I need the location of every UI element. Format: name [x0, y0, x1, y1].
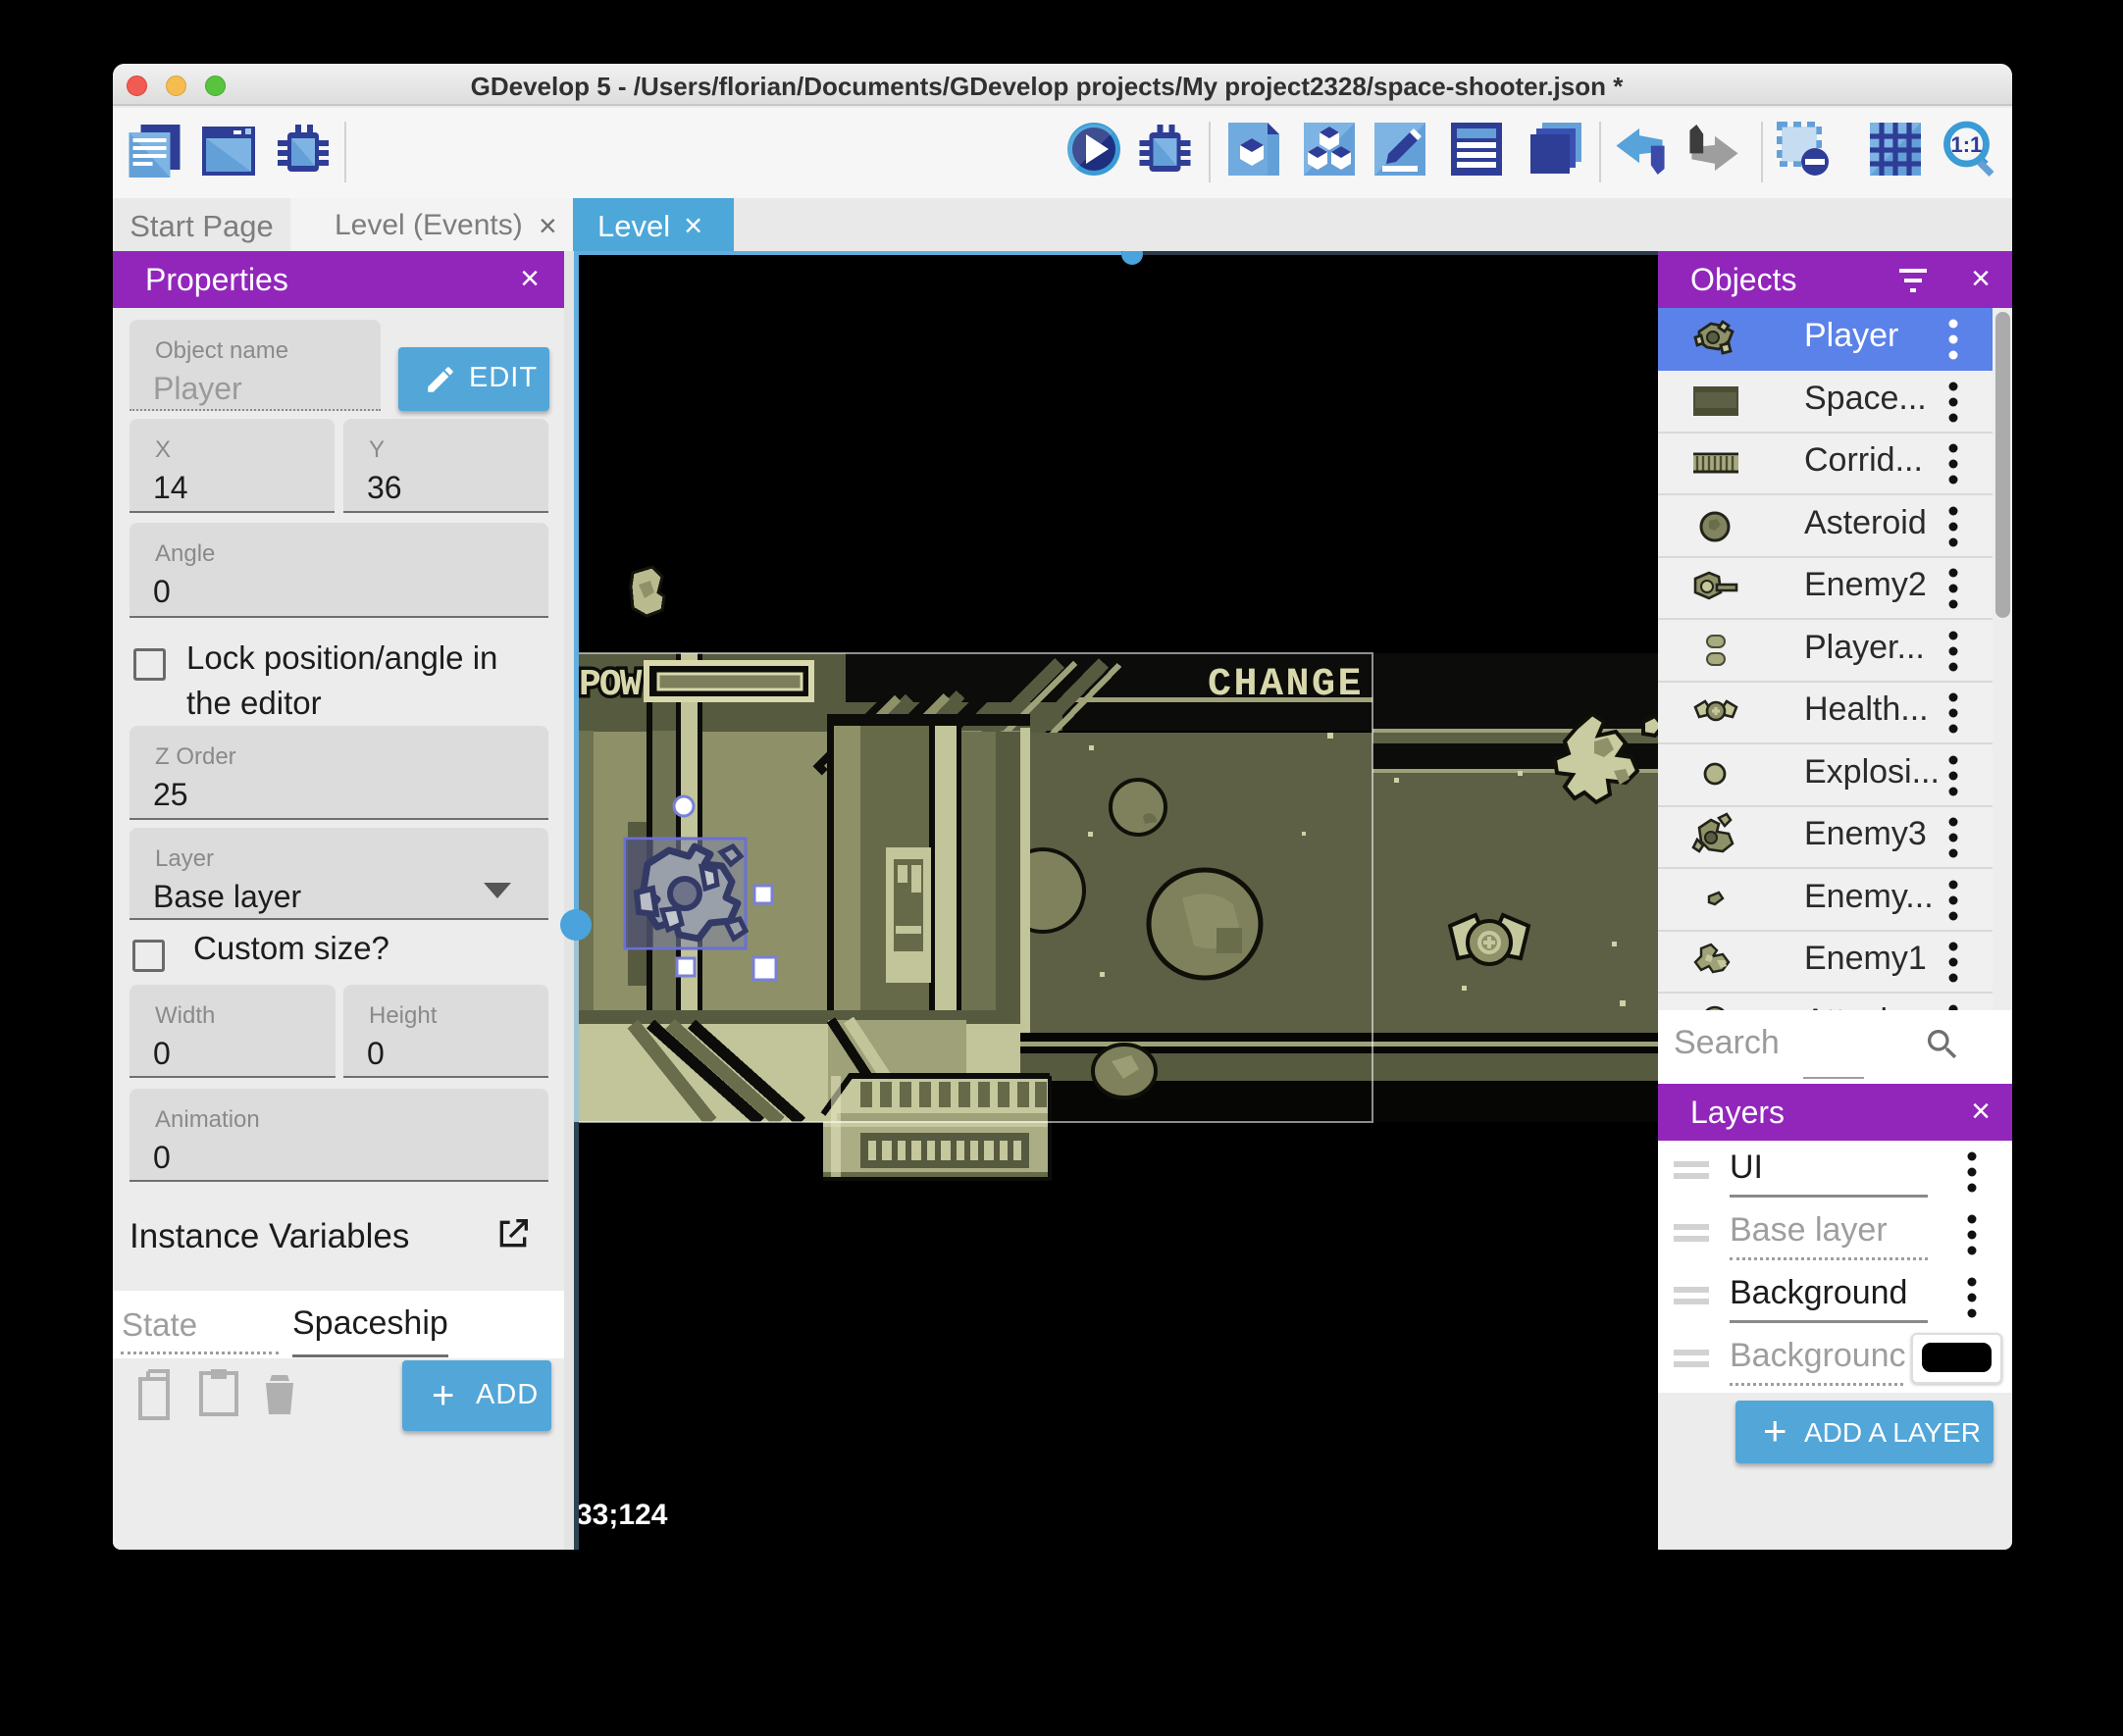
svg-text:33;124: 33;124: [576, 1499, 668, 1531]
svg-text:1:1: 1:1: [1951, 132, 1983, 157]
svg-text:POW: POW: [579, 664, 643, 706]
